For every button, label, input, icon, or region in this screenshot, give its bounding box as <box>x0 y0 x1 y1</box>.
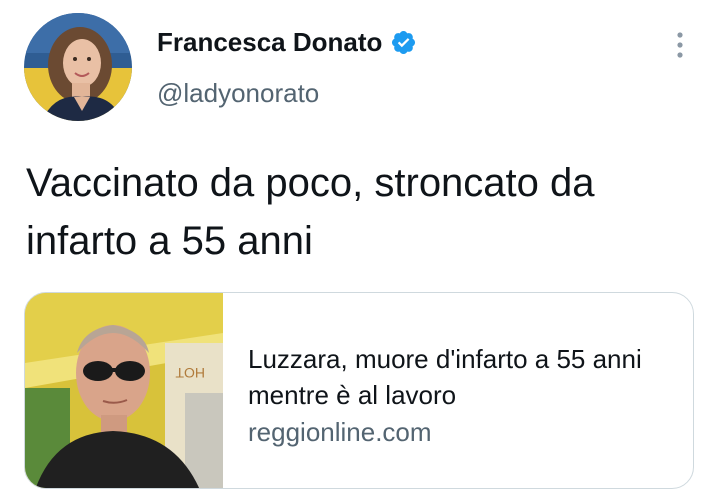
author-handle[interactable]: @ladyonorato <box>157 78 319 109</box>
svg-text:HOT: HOT <box>175 365 205 381</box>
author-name-row[interactable]: Francesca Donato <box>157 27 417 58</box>
link-card[interactable]: HOT Luzzara, muore d'infarto a 55 anni m… <box>24 292 694 489</box>
link-card-domain: reggionline.com <box>248 417 432 447</box>
tweet-text: Vaccinato da poco, stroncato da infarto … <box>26 161 595 263</box>
author-name[interactable]: Francesca Donato <box>157 27 382 58</box>
link-card-title: Luzzara, muore d'infarto a 55 anni mentr… <box>248 344 642 410</box>
avatar[interactable] <box>24 13 132 121</box>
link-card-thumbnail: HOT <box>25 293 223 488</box>
more-options-icon[interactable] <box>669 28 691 68</box>
verified-badge-icon <box>390 29 417 56</box>
